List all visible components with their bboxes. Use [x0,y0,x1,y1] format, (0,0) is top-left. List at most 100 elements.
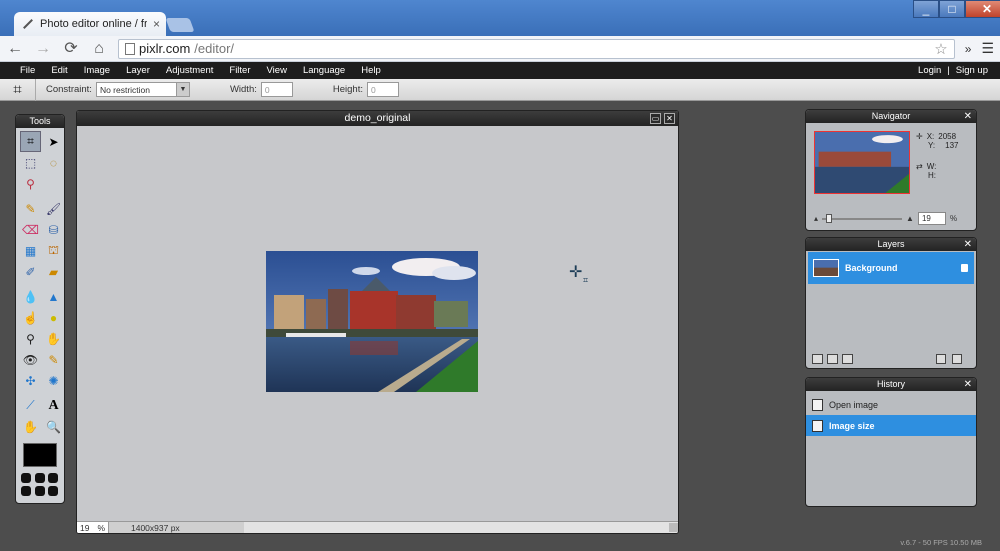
nav-w-label: W: [926,162,937,171]
text-icon[interactable]: A [43,395,64,416]
zoom-in-icon[interactable]: ▲ [906,214,914,223]
dodge-icon[interactable]: ⚲ [20,328,41,349]
menu-view[interactable]: View [259,65,295,76]
color-replace-icon[interactable]: ✐ [20,261,41,282]
eraser-icon[interactable]: ⌫ [20,219,41,240]
spot-heal-icon[interactable]: ✎ [43,349,64,370]
paint-bucket-icon[interactable]: ⛁ [43,219,64,240]
new-layer-icon[interactable] [936,354,946,364]
signup-link[interactable]: Sign up [956,65,988,76]
color-swatch[interactable] [23,443,57,467]
menu-edit[interactable]: Edit [43,65,75,76]
layer-effects-icon[interactable] [842,354,853,364]
move-icon[interactable]: ➤ [43,131,64,152]
document-size: 1400x937 px [109,521,244,533]
lock-icon[interactable] [961,264,968,272]
hand-icon[interactable]: ✋ [20,416,41,437]
burn-icon[interactable]: ✋ [43,328,64,349]
layer-mask-icon[interactable] [827,354,838,364]
menu-image[interactable]: Image [76,65,118,76]
marquee-icon[interactable]: ⬚ [20,152,41,173]
sponge-icon[interactable]: ● [43,307,64,328]
canvas-image[interactable] [266,251,478,392]
nav-y-label: Y: [928,141,936,150]
document-zoom-field[interactable]: 19 % [77,521,109,533]
forward-arrow-icon[interactable]: → [34,39,52,59]
brush-icon[interactable]: 🖌 [43,198,64,219]
zoom-slider[interactable] [822,213,903,223]
address-bar[interactable]: pixlr.com/editor/ ☆ [118,38,955,59]
layer-item[interactable]: Background [808,252,974,284]
layer-actions-left [812,354,853,364]
window-close-button[interactable]: ✕ [965,0,1000,18]
layers-close-icon[interactable]: ✕ [964,238,972,251]
layer-thumbnail [813,259,839,277]
menu-language[interactable]: Language [295,65,353,76]
navigator-title: Navigator [871,111,911,121]
eyedropper-icon[interactable]: ⟋ [20,395,41,416]
history-item[interactable]: Open image [806,394,976,415]
width-input[interactable]: 0 [260,82,293,97]
resize-icon: ⇄ [916,162,923,171]
gradient-icon[interactable]: ▦ [20,240,41,261]
constraint-value: No restriction [99,84,151,95]
window-maximize-button[interactable]: □ [939,0,965,18]
reload-icon[interactable]: ⟳ [62,39,80,59]
menu-adjustment[interactable]: Adjustment [158,65,222,76]
pencil-icon[interactable]: ✎ [20,198,41,219]
document-maximize-button[interactable]: ▭ [650,113,661,124]
resize-grip-icon[interactable] [669,523,678,532]
menu-filter[interactable]: Filter [221,65,258,76]
height-input[interactable]: 0 [366,82,399,97]
red-eye-icon[interactable]: 👁 [20,349,41,370]
home-icon[interactable]: ⌂ [90,39,108,59]
delete-layer-icon[interactable] [952,354,962,364]
document-close-button[interactable]: ✕ [664,113,675,124]
navigator-preview[interactable] [814,131,910,194]
history-item[interactable]: Image size [806,415,976,436]
lasso-icon[interactable]: ◌ [43,152,64,173]
zoom-out-icon[interactable]: ▴ [814,214,818,223]
browser-tab[interactable]: Photo editor online / free × [14,12,166,36]
bloat-icon[interactable]: ✣ [20,370,41,391]
wand-icon[interactable]: ⚲ [20,173,41,194]
navigator-zoom-unit: % [949,214,958,223]
move-icon: ✛ [916,132,923,141]
chevron-down-icon: ▼ [175,83,189,96]
blur-icon[interactable]: 💧 [20,286,41,307]
new-tab-button[interactable] [165,18,195,32]
sharpen-icon[interactable]: ▲ [43,286,64,307]
zoom-slider-thumb[interactable] [826,213,833,223]
navigator-zoom-input[interactable]: 19 [917,212,946,225]
history-item-label: Image size [829,420,875,431]
crop-icon[interactable]: ⌗ [20,131,41,152]
login-link[interactable]: Login [918,65,941,76]
menu-help[interactable]: Help [353,65,389,76]
navigator-panel: Navigator ✕ ✛ X: 2058 Y: 137 ⇄ W: H: ▴ ▲… [805,109,977,231]
url-host: pixlr.com [139,41,191,56]
document-zoom-value: 19 [80,522,90,533]
navigator-close-icon[interactable]: ✕ [964,110,972,123]
menu-file[interactable]: File [12,65,43,76]
browser-menu-icon[interactable]: ☰ [981,40,994,57]
drawing-icon[interactable]: ▰ [43,261,64,282]
layer-actions-right [936,354,962,364]
document-window: demo_original ▭ ✕ ✛ ⌗ 19 % 1400x937 px [76,110,679,534]
tab-close-icon[interactable]: × [153,17,160,31]
history-close-icon[interactable]: ✕ [964,378,972,391]
bookmark-star-icon[interactable]: ☆ [934,40,947,58]
constraint-select[interactable]: No restriction ▼ [95,82,190,97]
window-minimize-button[interactable]: _ [913,0,939,18]
smudge-icon[interactable]: ☝ [20,307,41,328]
zoom-icon[interactable]: 🔍 [43,416,64,437]
menu-layer[interactable]: Layer [118,65,158,76]
url-path: /editor/ [194,41,235,56]
tool-presets[interactable] [21,473,59,496]
extensions-overflow-button[interactable]: » [965,42,972,56]
layer-settings-icon[interactable] [812,354,823,364]
stamp-icon[interactable]: ⛫ [43,240,64,261]
constraint-label: Constraint: [46,84,92,95]
back-arrow-icon[interactable]: ← [6,39,24,59]
pinch-icon[interactable]: ✺ [43,370,64,391]
height-label: Height: [332,84,363,95]
